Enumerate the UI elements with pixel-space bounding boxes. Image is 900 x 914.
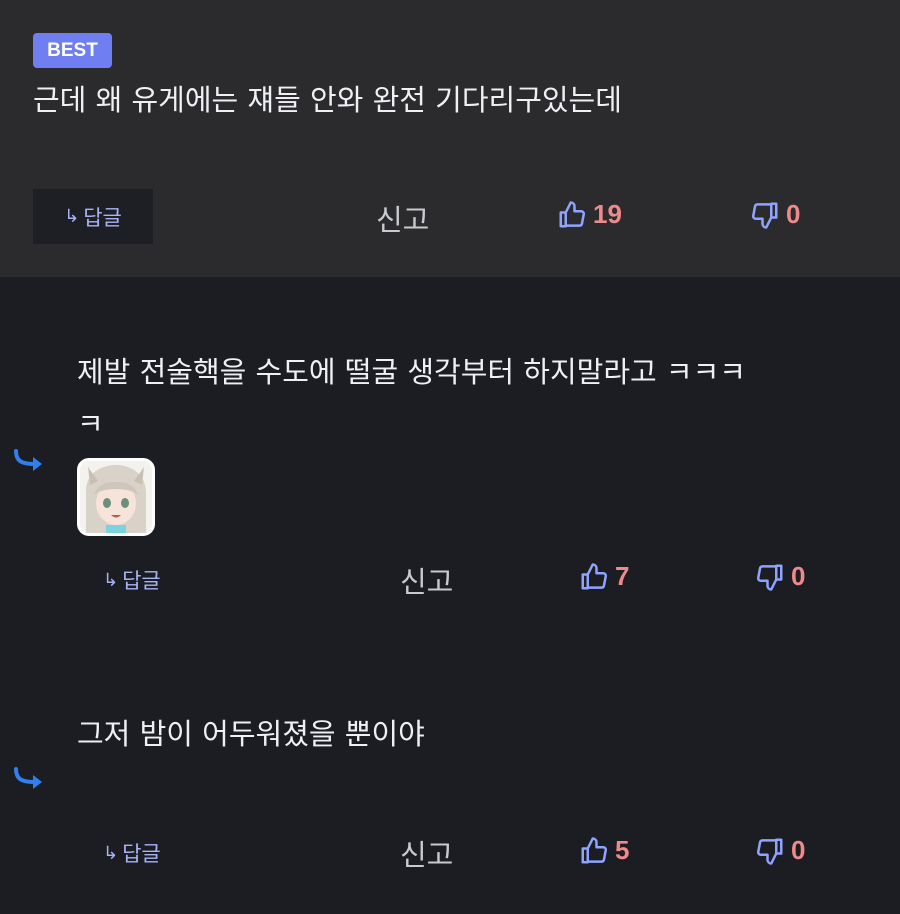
dislike-button[interactable]: 0 xyxy=(755,835,805,866)
report-button[interactable]: 신고 xyxy=(376,197,429,239)
dislike-count: 0 xyxy=(791,561,806,591)
reply-arrow-icon: ↳ xyxy=(103,842,119,864)
reply-indicator-icon xyxy=(14,449,42,471)
dislike-button[interactable]: 0 xyxy=(755,561,805,592)
reply-arrow-icon: ↳ xyxy=(64,206,80,227)
dislike-count: 0 xyxy=(786,199,801,229)
like-count: 7 xyxy=(615,561,630,591)
thumbs-up-icon xyxy=(579,836,609,866)
avatar xyxy=(77,458,155,536)
report-button[interactable]: 신고 xyxy=(400,559,453,601)
thumbs-down-icon xyxy=(755,562,785,592)
best-comment: BEST 근데 왜 유게에는 쟤들 안와 완전 기다리구있는데 ↳ 답글 신고 … xyxy=(0,0,900,277)
comment-text-line2: ㅋ xyxy=(77,407,104,441)
like-count: 5 xyxy=(615,835,630,865)
comment-text: 근데 왜 유게에는 쟤들 안와 완전 기다리구있는데 xyxy=(33,83,622,117)
best-badge: BEST xyxy=(33,33,112,68)
thumbs-down-icon xyxy=(755,836,785,866)
comment-text-line1: 제발 전술핵을 수도에 떨굴 생각부터 하지말라고 ㅋㅋㅋ xyxy=(77,355,746,389)
thumbs-up-icon xyxy=(557,200,587,230)
reply-button[interactable]: ↳ 답글 xyxy=(33,189,153,244)
reply-button[interactable]: ↳ 답글 xyxy=(103,565,161,595)
reply-button[interactable]: ↳ 답글 xyxy=(103,838,161,868)
dislike-count: 0 xyxy=(791,835,806,865)
like-button[interactable]: 5 xyxy=(579,835,629,866)
like-button[interactable]: 19 xyxy=(557,199,622,230)
reply-arrow-icon: ↳ xyxy=(103,569,119,591)
report-button[interactable]: 신고 xyxy=(400,832,453,874)
reply-label: 답글 xyxy=(122,569,161,593)
reply-label: 답글 xyxy=(122,842,161,866)
reply-indicator-icon xyxy=(14,767,42,789)
comment-text-line1: 그저 밤이 어두워졌을 뿐이야 xyxy=(77,717,425,751)
dislike-button[interactable]: 0 xyxy=(750,199,800,230)
like-count: 19 xyxy=(593,199,622,229)
thumbs-up-icon xyxy=(579,562,609,592)
like-button[interactable]: 7 xyxy=(579,561,629,592)
thumbs-down-icon xyxy=(750,200,780,230)
reply-label: 답글 xyxy=(83,205,122,230)
